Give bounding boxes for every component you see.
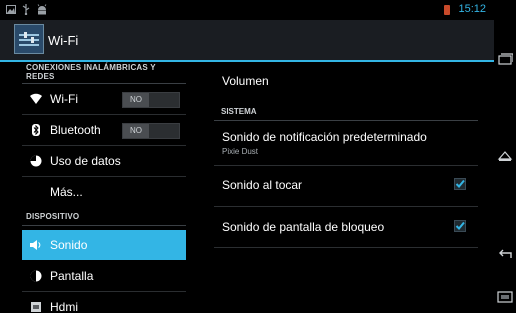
usb-icon — [22, 4, 30, 15]
category-divider — [22, 225, 186, 226]
sidebar-item-data-usage[interactable]: Uso de datos — [22, 146, 186, 176]
touch-sound-label: Sonido al tocar — [222, 178, 303, 192]
category-device: DISPOSITIVO — [26, 212, 80, 221]
hdmi-icon — [31, 302, 41, 312]
notification-sound-setting[interactable]: Sonido de notificación predeterminado Pi… — [214, 130, 478, 162]
status-bar: 15:12 — [0, 0, 494, 20]
battery-icon — [444, 5, 450, 15]
sidebar-item-display[interactable]: Pantalla — [22, 261, 186, 291]
navigation-bar — [494, 0, 516, 313]
bluetooth-icon — [32, 124, 40, 136]
back-icon[interactable] — [497, 248, 513, 264]
category-system: SISTEMA — [221, 107, 257, 116]
list-divider — [214, 206, 478, 207]
sidebar-item-label: Wi-Fi — [50, 92, 78, 106]
speaker-icon — [30, 240, 41, 250]
home-icon[interactable] — [497, 148, 513, 164]
sidebar-item-sound[interactable]: Sonido — [22, 230, 186, 260]
volume-setting[interactable]: Volumen — [214, 74, 478, 98]
clock: 15:12 — [458, 3, 486, 15]
sidebar-item-label: Bluetooth — [50, 123, 101, 137]
settings-headers-pane: CONEXIONES INALÁMBRICAS Y REDES Wi-Fi NO… — [14, 62, 186, 313]
gallery-icon — [6, 5, 16, 14]
lock-sound-setting[interactable]: Sonido de pantalla de bloqueo — [214, 220, 478, 242]
touch-sound-setting[interactable]: Sonido al tocar — [214, 178, 478, 200]
data-usage-icon — [30, 155, 42, 167]
list-divider — [214, 247, 478, 248]
category-divider — [214, 120, 478, 121]
lock-sound-checkbox[interactable] — [454, 220, 466, 232]
touch-sound-checkbox[interactable] — [454, 178, 466, 190]
bluetooth-toggle[interactable]: NO — [122, 123, 180, 139]
page-title: Wi-Fi — [48, 33, 79, 48]
sidebar-item-label: Más... — [50, 185, 83, 199]
notification-sound-label: Sonido de notificación predeterminado — [222, 130, 427, 144]
action-bar: Wi-Fi — [0, 20, 494, 62]
sidebar-item-hdmi[interactable]: Hdmi — [22, 292, 186, 313]
display-icon — [30, 270, 42, 282]
wifi-icon — [30, 93, 42, 104]
sidebar-item-label: Pantalla — [50, 269, 94, 283]
sidebar-item-wifi[interactable]: Wi-Fi NO — [22, 84, 186, 114]
sidebar-item-label: Uso de datos — [50, 154, 121, 168]
wifi-toggle-state: NO — [123, 93, 149, 107]
notification-sound-value: Pixie Dust — [222, 147, 259, 156]
sidebar-item-label: Sonido — [50, 238, 88, 252]
sidebar-item-label: Hdmi — [50, 300, 79, 313]
screenshot-icon[interactable] — [497, 290, 513, 304]
sound-settings-pane: Volumen SISTEMA Sonido de notificación p… — [206, 62, 486, 313]
android-icon — [37, 4, 47, 15]
category-wireless-networks: CONEXIONES INALÁMBRICAS Y REDES — [26, 63, 156, 81]
tablet-screen: 15:12 Wi-Fi CONEXIONES INALÁMBRICAS Y RE… — [0, 0, 516, 313]
list-divider — [214, 165, 478, 166]
wifi-toggle[interactable]: NO — [122, 92, 180, 108]
sidebar-item-more[interactable]: Más... — [22, 177, 186, 207]
bluetooth-toggle-state: NO — [123, 124, 149, 138]
volume-label: Volumen — [222, 74, 269, 88]
wifi-settings-icon[interactable] — [14, 24, 44, 54]
lock-sound-label: Sonido de pantalla de bloqueo — [222, 220, 385, 234]
sidebar-item-bluetooth[interactable]: Bluetooth NO — [22, 115, 186, 145]
recent-apps-icon[interactable] — [497, 52, 513, 68]
